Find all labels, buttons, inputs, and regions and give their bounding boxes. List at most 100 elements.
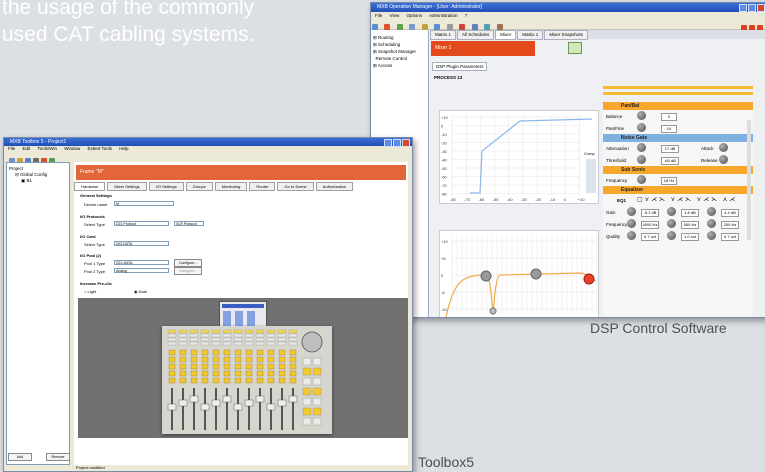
pan-value[interactable]: 10 — [661, 125, 677, 133]
tab-authorization[interactable]: Authorization — [315, 182, 354, 191]
channel-key[interactable] — [168, 349, 176, 356]
channel-key[interactable] — [212, 377, 220, 384]
channel-key[interactable] — [190, 370, 198, 377]
channel-key[interactable] — [245, 363, 253, 370]
attenuation-knob[interactable] — [637, 143, 646, 152]
tab-all-schedules[interactable]: All Schedules — [457, 30, 495, 40]
channel-key[interactable] — [179, 363, 187, 370]
channel-button[interactable] — [266, 341, 276, 346]
attack-knob[interactable] — [719, 143, 728, 152]
balance-knob[interactable] — [637, 111, 646, 120]
channel-button[interactable] — [244, 337, 254, 342]
channel-key[interactable] — [212, 370, 220, 377]
channel-button[interactable] — [244, 329, 254, 334]
channel-button[interactable] — [233, 337, 243, 342]
channel-button[interactable] — [222, 329, 232, 334]
minimize-icon[interactable] — [739, 4, 747, 12]
channel-button[interactable] — [178, 337, 188, 342]
tab-mixer-settings[interactable]: Mixer Settings — [107, 182, 147, 191]
eq-band-1-handle[interactable] — [480, 270, 492, 282]
channel-key[interactable] — [234, 377, 242, 384]
channel-key[interactable] — [289, 356, 297, 363]
attenuation-value[interactable]: 17 dB — [661, 145, 679, 153]
channel-button[interactable] — [222, 337, 232, 342]
channel-key[interactable] — [256, 363, 264, 370]
channel-key[interactable] — [223, 370, 231, 377]
channel-button[interactable] — [167, 333, 177, 338]
channel-key[interactable] — [267, 349, 275, 356]
channel-key[interactable] — [212, 363, 220, 370]
channel-key[interactable] — [234, 370, 242, 377]
master-key[interactable] — [302, 387, 312, 396]
channel-button[interactable] — [255, 329, 265, 334]
channel-button[interactable] — [288, 341, 298, 346]
channel-button[interactable] — [288, 329, 298, 334]
channel-key[interactable] — [201, 377, 209, 384]
master-key[interactable] — [312, 397, 322, 406]
channel-fader[interactable] — [200, 403, 210, 411]
channel-key[interactable] — [179, 349, 187, 356]
channel-key[interactable] — [245, 370, 253, 377]
master-key[interactable] — [302, 357, 312, 366]
channel-key[interactable] — [245, 377, 253, 384]
channel-key[interactable] — [179, 356, 187, 363]
tree-item-scheduling[interactable]: ⊞ Scheduling — [373, 41, 426, 48]
freq-knob-1[interactable] — [627, 219, 636, 228]
channel-key[interactable] — [179, 377, 187, 384]
gain-value-1[interactable]: -5.1 dB — [641, 209, 659, 217]
tab-mixer-snapshots[interactable]: Mixer Snapshots — [544, 30, 588, 40]
channel-key[interactable] — [267, 356, 275, 363]
channel-key[interactable] — [212, 356, 220, 363]
eq-notch-handle[interactable] — [489, 307, 497, 315]
option-light[interactable]: ○ Light — [84, 289, 96, 294]
channel-key[interactable] — [278, 356, 286, 363]
menu-window[interactable]: Window — [64, 146, 80, 151]
configure-button-2[interactable]: Configure... — [174, 267, 202, 275]
close-icon[interactable] — [402, 139, 410, 147]
tree-item-snapshot-manager[interactable]: ⊞ Snapshot Manager — [373, 48, 426, 55]
device-icon[interactable] — [568, 42, 582, 54]
channel-fader[interactable] — [189, 395, 199, 403]
channel-button[interactable] — [211, 341, 221, 346]
tree-item-routing[interactable]: ⊞ Routing — [373, 34, 426, 41]
channel-button[interactable] — [255, 337, 265, 342]
channel-fader[interactable] — [244, 399, 254, 407]
channel-key[interactable] — [256, 349, 264, 356]
master-key[interactable] — [302, 377, 312, 386]
gain-knob-1[interactable] — [627, 207, 636, 216]
menu-administration[interactable]: Administration — [429, 13, 458, 18]
tab-monitoring[interactable]: Monitoring — [214, 182, 248, 191]
menu-help[interactable]: ? — [465, 13, 468, 18]
tab-io-settings[interactable]: I/O Settings — [148, 182, 184, 191]
channel-button[interactable] — [222, 333, 232, 338]
gain-value-2[interactable]: 1.8 dB — [681, 209, 699, 217]
tree-item-access[interactable]: ⊞ Access — [373, 62, 426, 69]
channel-key[interactable] — [245, 356, 253, 363]
channel-key[interactable] — [267, 363, 275, 370]
channel-button[interactable] — [255, 341, 265, 346]
menu-extent-tools[interactable]: Extent Tools — [88, 146, 112, 151]
configure-button[interactable]: Configure... — [174, 259, 202, 267]
freq-value-2[interactable]: 500 Hz — [681, 221, 699, 229]
channel-button[interactable] — [200, 337, 210, 342]
section-equalizer[interactable]: Equalizer — [603, 186, 753, 194]
master-key[interactable] — [302, 397, 312, 406]
tab-go-to-scene[interactable]: Go to Scene — [277, 182, 314, 191]
channel-key[interactable] — [289, 370, 297, 377]
channel-button[interactable] — [211, 337, 221, 342]
channel-button[interactable] — [277, 329, 287, 334]
tab-mixer[interactable]: Mixer — [495, 30, 517, 40]
channel-key[interactable] — [168, 377, 176, 384]
maximize-icon[interactable] — [393, 139, 401, 147]
channel-key[interactable] — [223, 377, 231, 384]
channel-button[interactable] — [189, 337, 199, 342]
option-dark[interactable]: ◉ Dark — [134, 289, 147, 294]
channel-key[interactable] — [289, 377, 297, 384]
channel-key[interactable] — [278, 363, 286, 370]
channel-button[interactable] — [189, 333, 199, 338]
channel-key[interactable] — [245, 349, 253, 356]
channel-key[interactable] — [190, 349, 198, 356]
section-sub-sonic[interactable]: Sub Sonic — [603, 166, 753, 174]
channel-key[interactable] — [168, 363, 176, 370]
freq-value-1[interactable]: 4000 Hz — [641, 221, 659, 229]
